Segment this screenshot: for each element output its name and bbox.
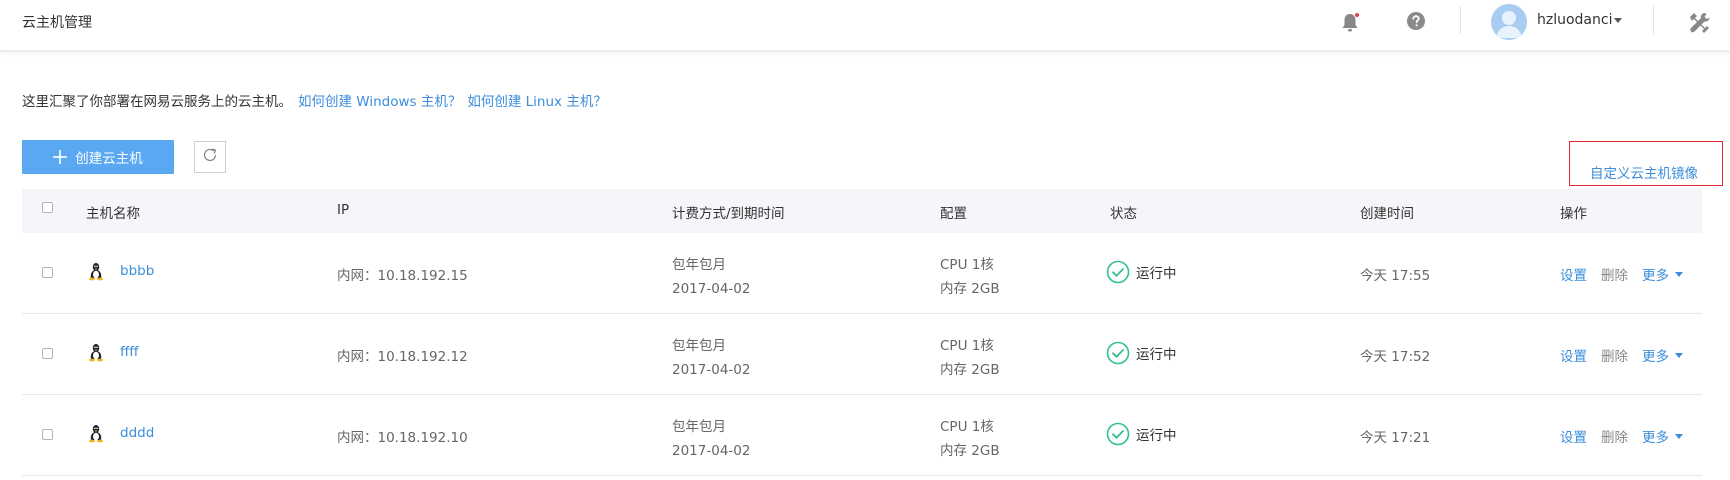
bell-icon[interactable] bbox=[1335, 8, 1365, 38]
instance-table: 主机名称 IP 计费方式/到期时间 配置 状态 创建时间 操作 bbbb 内网：… bbox=[22, 189, 1702, 476]
instance-name-link[interactable]: bbbb bbox=[120, 263, 154, 279]
status-badge: 运行中 bbox=[1106, 341, 1177, 365]
divider bbox=[1460, 6, 1461, 34]
plus-icon bbox=[53, 147, 68, 167]
table-row: bbbb 内网：10.18.192.15 包年包月 2017-04-02 CPU… bbox=[22, 233, 1702, 314]
column-header-config: 配置 bbox=[940, 206, 967, 222]
row-actions: 设置 删除 更多 bbox=[1560, 264, 1683, 284]
billing-type: 包年包月 bbox=[672, 338, 726, 354]
column-header-status: 状态 bbox=[1110, 206, 1137, 222]
status-badge: 运行中 bbox=[1106, 260, 1177, 284]
column-header-created: 创建时间 bbox=[1360, 206, 1414, 222]
custom-image-link[interactable]: 自定义云主机镜像 bbox=[1590, 162, 1698, 182]
row-actions: 设置 删除 更多 bbox=[1560, 426, 1683, 446]
created-time: 今天 17:55 bbox=[1360, 268, 1431, 284]
instance-ip: 内网：10.18.192.15 bbox=[337, 268, 468, 284]
tools-icon[interactable] bbox=[1683, 8, 1713, 38]
expire-date: 2017-04-02 bbox=[672, 362, 751, 378]
cpu-spec: CPU 1核 bbox=[940, 419, 994, 435]
linux-icon bbox=[88, 342, 104, 362]
billing-info: 包年包月 2017-04-02 bbox=[672, 334, 750, 382]
config-info: CPU 1核 内存 2GB bbox=[940, 253, 1000, 301]
column-header-actions: 操作 bbox=[1560, 206, 1587, 222]
status-text: 运行中 bbox=[1136, 266, 1177, 282]
running-check-icon bbox=[1106, 260, 1130, 284]
memory-spec: 内存 2GB bbox=[940, 281, 1000, 297]
expire-date: 2017-04-02 bbox=[672, 281, 751, 297]
column-header-name: 主机名称 bbox=[86, 206, 140, 222]
billing-type: 包年包月 bbox=[672, 419, 726, 435]
chevron-down-icon[interactable] bbox=[1614, 18, 1622, 23]
row-checkbox[interactable] bbox=[42, 429, 53, 440]
select-all-checkbox[interactable] bbox=[42, 202, 53, 213]
more-menu-button[interactable]: 更多 bbox=[1642, 345, 1683, 365]
status-badge: 运行中 bbox=[1106, 422, 1177, 446]
refresh-icon bbox=[201, 146, 219, 168]
caret-down-icon bbox=[1675, 271, 1683, 277]
instance-name-link[interactable]: dddd bbox=[120, 425, 154, 441]
create-instance-label: 创建云主机 bbox=[75, 151, 143, 167]
cpu-spec: CPU 1核 bbox=[940, 257, 994, 273]
instance-ip: 内网：10.18.192.10 bbox=[337, 430, 468, 446]
delete-button[interactable]: 删除 bbox=[1601, 426, 1628, 446]
avatar[interactable] bbox=[1491, 4, 1527, 40]
create-instance-button[interactable]: 创建云主机 bbox=[22, 140, 174, 174]
cpu-spec: CPU 1核 bbox=[940, 338, 994, 354]
username[interactable]: hzluodanci bbox=[1537, 12, 1612, 28]
caret-down-icon bbox=[1675, 352, 1683, 358]
settings-button[interactable]: 设置 bbox=[1560, 264, 1587, 284]
instance-name-link[interactable]: ffff bbox=[120, 344, 139, 360]
divider bbox=[1653, 6, 1654, 34]
column-header-ip: IP bbox=[337, 202, 350, 218]
link-create-windows[interactable]: 如何创建 Windows 主机？ bbox=[298, 94, 461, 110]
refresh-button[interactable] bbox=[194, 141, 226, 173]
memory-spec: 内存 2GB bbox=[940, 362, 1000, 378]
config-info: CPU 1核 内存 2GB bbox=[940, 415, 1000, 463]
row-checkbox[interactable] bbox=[42, 267, 53, 278]
instance-ip: 内网：10.18.192.12 bbox=[337, 349, 468, 365]
row-checkbox[interactable] bbox=[42, 348, 53, 359]
top-bar: 云主机管理 hzluodanci bbox=[0, 0, 1730, 51]
billing-type: 包年包月 bbox=[672, 257, 726, 273]
more-label: 更多 bbox=[1642, 268, 1669, 284]
intro-description: 这里汇聚了你部署在网易云服务上的云主机。 bbox=[22, 94, 292, 110]
row-actions: 设置 删除 更多 bbox=[1560, 345, 1683, 365]
created-time: 今天 17:52 bbox=[1360, 349, 1431, 365]
intro-text: 这里汇聚了你部署在网易云服务上的云主机。 如何创建 Windows 主机？ 如何创建… bbox=[22, 90, 607, 110]
linux-icon bbox=[88, 423, 104, 443]
billing-info: 包年包月 2017-04-02 bbox=[672, 253, 750, 301]
status-text: 运行中 bbox=[1136, 428, 1177, 444]
table-header: 主机名称 IP 计费方式/到期时间 配置 状态 创建时间 操作 bbox=[22, 189, 1702, 233]
delete-button[interactable]: 删除 bbox=[1601, 345, 1628, 365]
more-menu-button[interactable]: 更多 bbox=[1642, 426, 1683, 446]
help-icon[interactable] bbox=[1401, 8, 1431, 38]
settings-button[interactable]: 设置 bbox=[1560, 426, 1587, 446]
table-row: ffff 内网：10.18.192.12 包年包月 2017-04-02 CPU… bbox=[22, 314, 1702, 395]
more-menu-button[interactable]: 更多 bbox=[1642, 264, 1683, 284]
page-title: 云主机管理 bbox=[22, 15, 92, 31]
config-info: CPU 1核 内存 2GB bbox=[940, 334, 1000, 382]
link-create-linux[interactable]: 如何创建 Linux 主机？ bbox=[467, 94, 606, 110]
caret-down-icon bbox=[1675, 433, 1683, 439]
status-text: 运行中 bbox=[1136, 347, 1177, 363]
memory-spec: 内存 2GB bbox=[940, 443, 1000, 459]
column-header-billing: 计费方式/到期时间 bbox=[672, 206, 785, 222]
settings-button[interactable]: 设置 bbox=[1560, 345, 1587, 365]
running-check-icon bbox=[1106, 422, 1130, 446]
expire-date: 2017-04-02 bbox=[672, 443, 751, 459]
more-label: 更多 bbox=[1642, 349, 1669, 365]
more-label: 更多 bbox=[1642, 430, 1669, 446]
created-time: 今天 17:21 bbox=[1360, 430, 1431, 446]
table-row: dddd 内网：10.18.192.10 包年包月 2017-04-02 CPU… bbox=[22, 395, 1702, 476]
running-check-icon bbox=[1106, 341, 1130, 365]
delete-button[interactable]: 删除 bbox=[1601, 264, 1628, 284]
billing-info: 包年包月 2017-04-02 bbox=[672, 415, 750, 463]
linux-icon bbox=[88, 261, 104, 281]
